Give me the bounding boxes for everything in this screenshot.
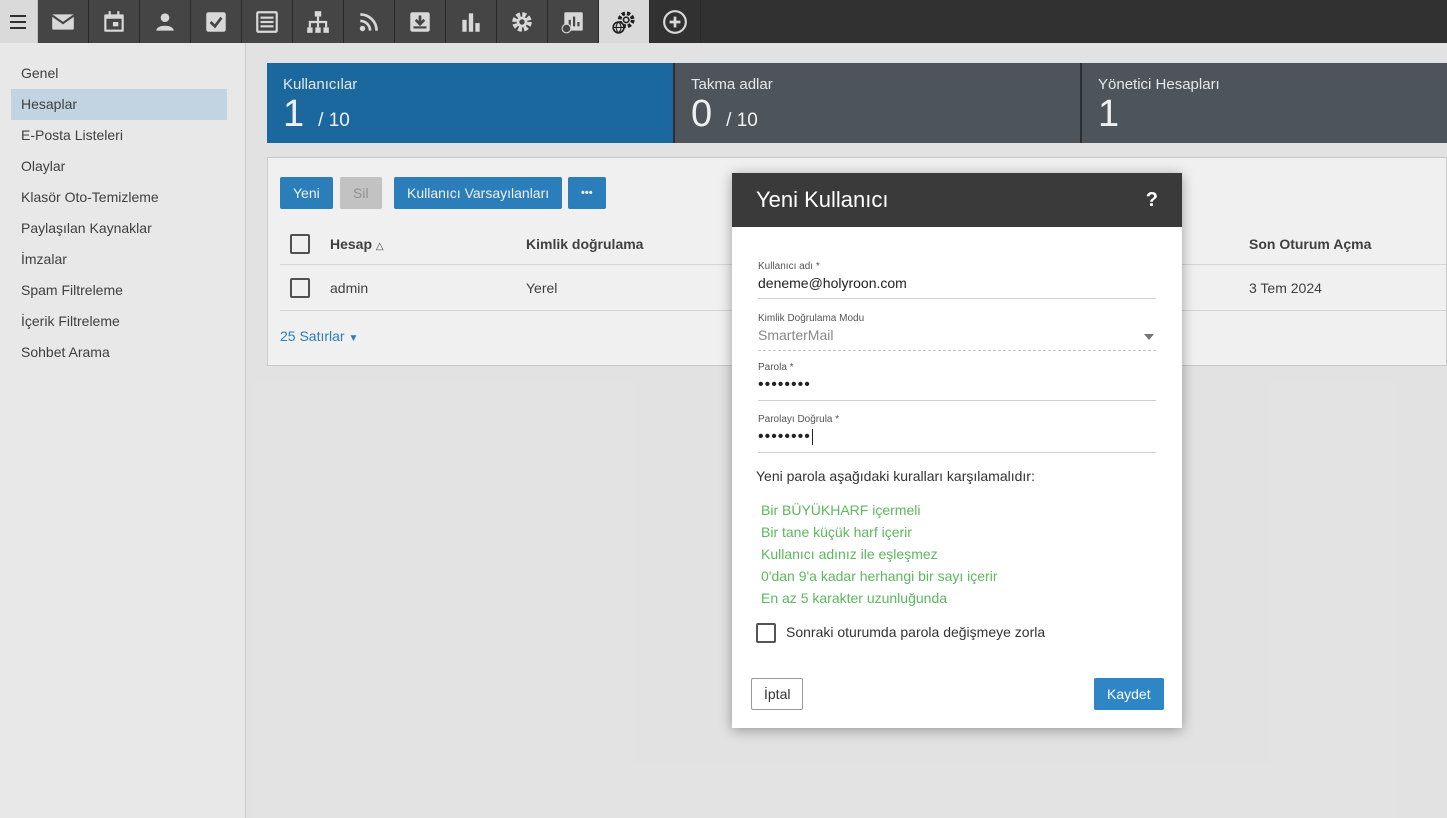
text-cursor (811, 428, 813, 445)
username-field[interactable]: Kullanıcı adı * deneme@holyroon.com (758, 261, 1156, 299)
help-icon[interactable]: ? (1146, 189, 1158, 212)
rule-uppercase: Bir BÜYÜKHARF içermeli (761, 502, 921, 518)
rule-not-username: Kullanıcı adınız ile eşleşmez (761, 546, 938, 562)
rule-digit: 0'dan 9'a kadar herhangi bir sayı içerir (761, 568, 998, 584)
password-rules-heading: Yeni parola aşağıdaki kuralları karşılam… (756, 468, 1035, 484)
password-rules-list: Bir BÜYÜKHARF içermeli Bir tane küçük ha… (761, 499, 997, 609)
dialog-title: Yeni Kullanıcı (756, 187, 889, 212)
auth-mode-value: SmarterMail (758, 327, 834, 343)
password-label: Parola * (758, 362, 794, 373)
modal-backdrop[interactable] (0, 0, 1447, 818)
username-label: Kullanıcı adı * (758, 261, 820, 272)
rule-min-length: En az 5 karakter uzunluğunda (761, 590, 948, 606)
confirm-password-label: Parolayı Doğrula * (758, 414, 840, 425)
dialog-header: Yeni Kullanıcı ? (732, 173, 1182, 227)
confirm-password-field[interactable]: Parolayı Doğrula * •••••••• (758, 414, 1156, 453)
username-input[interactable]: deneme@holyroon.com (758, 275, 1156, 295)
password-input[interactable]: •••••••• (758, 376, 1156, 396)
cancel-button[interactable]: İptal (751, 678, 804, 710)
password-field[interactable]: Parola * •••••••• (758, 362, 1156, 401)
new-user-dialog: Yeni Kullanıcı ? Kullanıcı adı * deneme@… (732, 173, 1182, 728)
auth-mode-label: Kimlik Doğrulama Modu (758, 313, 865, 324)
save-button[interactable]: Kaydet (1094, 678, 1164, 710)
confirm-password-input[interactable]: •••••••• (758, 428, 1156, 448)
rule-lowercase: Bir tane küçük harf içerir (761, 524, 912, 540)
force-password-change-label[interactable]: Sonraki oturumda parola değişmeye zorla (786, 624, 1045, 640)
dropdown-caret-icon (1144, 334, 1154, 340)
force-password-change-checkbox[interactable] (756, 623, 776, 643)
auth-mode-select[interactable]: Kimlik Doğrulama Modu SmarterMail (758, 313, 1156, 351)
